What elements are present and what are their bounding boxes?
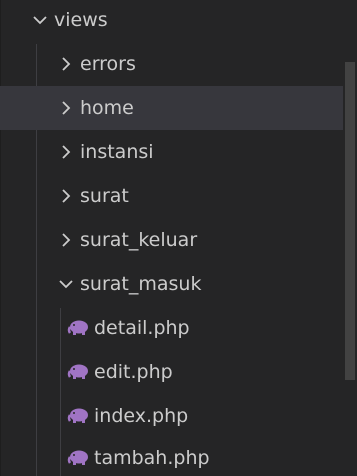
- chevron-down-icon: [56, 274, 76, 294]
- chevron-right-icon: [56, 98, 76, 118]
- folder-label: home: [80, 97, 134, 119]
- file-label: tambah.php: [94, 447, 210, 469]
- php-elephant-icon: [66, 318, 90, 338]
- file-row-detail-php[interactable]: detail.php: [0, 306, 343, 350]
- scrollbar-thumb[interactable]: [345, 62, 355, 380]
- file-label: index.php: [94, 405, 189, 427]
- php-elephant-icon: [66, 406, 90, 426]
- file-row-index-php[interactable]: index.php: [0, 394, 343, 438]
- file-row-edit-php[interactable]: edit.php: [0, 350, 343, 394]
- folder-label: views: [54, 9, 108, 31]
- folder-label: surat_keluar: [80, 229, 198, 251]
- folder-label: surat_masuk: [80, 273, 202, 295]
- scrollbar-track[interactable]: [343, 0, 357, 476]
- chevron-right-icon: [56, 54, 76, 74]
- folder-label: instansi: [80, 141, 154, 163]
- folder-row-surat-masuk[interactable]: surat_masuk: [0, 262, 343, 306]
- file-label: detail.php: [94, 317, 190, 339]
- folder-row-surat-keluar[interactable]: surat_keluar: [0, 218, 343, 262]
- chevron-right-icon: [56, 186, 76, 206]
- file-row-tambah-php[interactable]: tambah.php: [0, 436, 343, 476]
- file-label: edit.php: [94, 361, 173, 383]
- php-elephant-icon: [66, 362, 90, 382]
- php-elephant-icon: [66, 448, 90, 468]
- folder-row-errors[interactable]: errors: [0, 42, 343, 86]
- folder-row-views[interactable]: views: [0, 0, 343, 42]
- folder-label: errors: [80, 53, 136, 75]
- chevron-right-icon: [56, 142, 76, 162]
- chevron-down-icon: [30, 10, 50, 30]
- folder-row-instansi[interactable]: instansi: [0, 130, 343, 174]
- file-explorer-tree: views errors home instansi surat surat_k…: [0, 0, 357, 476]
- folder-row-surat[interactable]: surat: [0, 174, 343, 218]
- folder-row-home[interactable]: home: [0, 86, 343, 130]
- folder-label: surat: [80, 185, 129, 207]
- chevron-right-icon: [56, 230, 76, 250]
